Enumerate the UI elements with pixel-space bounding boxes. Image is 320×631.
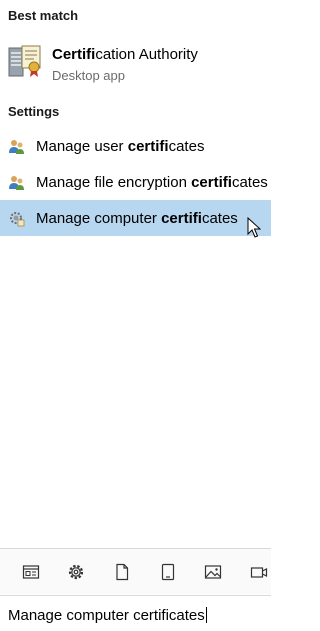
video-icon[interactable] [250,563,268,581]
best-match-header: Best match [8,8,79,23]
server-certificate-icon [8,45,41,77]
text-caret [205,607,207,623]
document-icon[interactable] [113,563,131,581]
setting-result-manage-user-certificates[interactable]: Manage user certificates [0,128,271,164]
setting-result-manage-file-encryption-certificates[interactable]: Manage file encryption certificates [0,164,271,200]
app-window-icon[interactable] [22,563,40,581]
search-input[interactable]: Manage computer certificates [0,595,271,631]
setting-result-label: Manage file encryption certificates [36,174,268,191]
users-icon [9,140,24,154]
settings-header: Settings [8,104,60,119]
setting-result-label: Manage user certificates [36,138,205,155]
setting-result-manage-computer-certificates[interactable]: Manage computer certificates [0,200,271,236]
mouse-pointer-icon [247,217,261,238]
tablet-icon[interactable] [159,563,177,581]
photo-icon[interactable] [204,563,222,581]
setting-result-label: Manage computer certificates [36,210,238,227]
gear-certificate-icon [10,212,25,227]
search-filter-bar [0,548,271,594]
best-match-subtitle: Desktop app [52,68,125,83]
search-input-text[interactable]: Manage computer certificates [8,607,207,624]
users-icon [9,176,24,190]
best-match-title: Certification Authority [52,46,198,63]
best-match-result[interactable]: Certification Authority Desktop app [0,36,271,92]
gear-icon[interactable] [67,563,85,581]
